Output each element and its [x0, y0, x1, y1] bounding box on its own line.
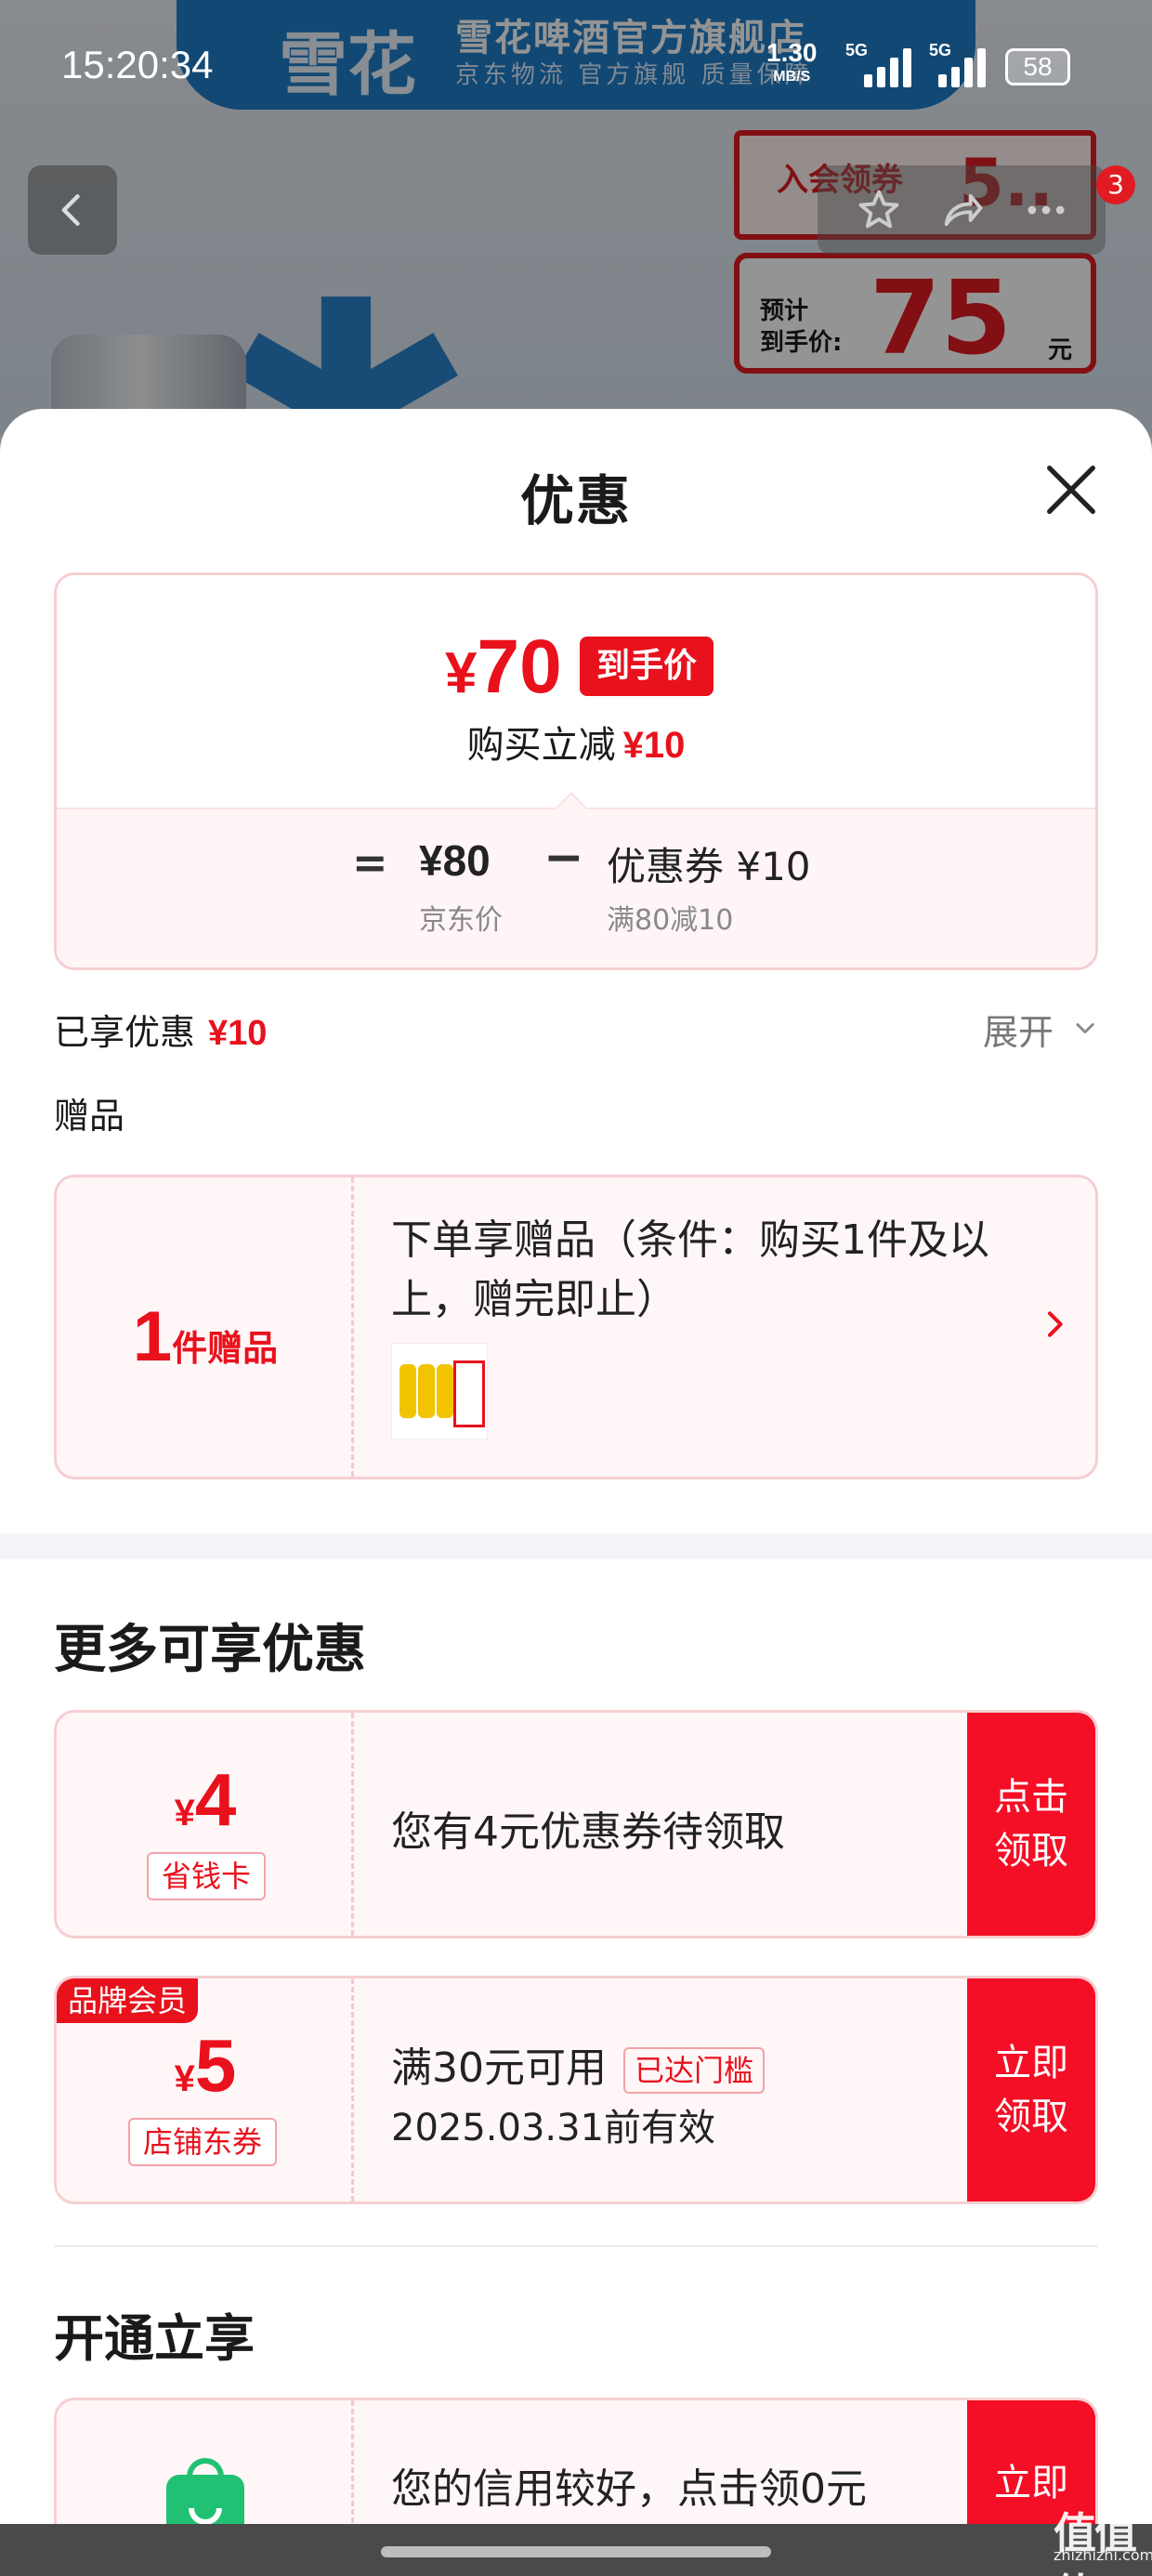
instant-reduction-value: ¥10 — [622, 725, 686, 766]
status-bar: 15:20:34 1.30 MB/S 5G 5G 58 — [0, 0, 1152, 130]
coupon-amount-area: ¥4 省钱卡 — [57, 1713, 354, 1936]
chevron-left-icon — [61, 194, 80, 226]
coupon-value: 4 — [194, 1758, 237, 1841]
gift-section-label: 赠品 — [54, 1096, 125, 1137]
battery-icon: 58 — [1005, 48, 1070, 85]
coupon-condition-text: 满30元可用 — [391, 2044, 607, 2092]
claim-coupon-button[interactable]: 立即领取 — [967, 1978, 1095, 2201]
chevron-down-icon — [1076, 1023, 1094, 1034]
enjoyed-discount-label: 已享优惠 — [54, 1012, 196, 1053]
watermark: 值值值 — [1054, 2508, 1137, 2576]
gift-count-number: 1 — [132, 1297, 173, 1376]
more-icon[interactable] — [1022, 186, 1070, 234]
coupon-currency: ¥ — [174, 1793, 195, 1833]
coupon-amount: ¥5 — [57, 2023, 354, 2109]
coupon-deduction-rule: 满80减10 — [607, 904, 734, 937]
network-speed-unit: MB/S — [773, 69, 811, 85]
signal-icon — [938, 46, 994, 87]
gift-description: 下单享赠品（条件：购买1件及以上，赠完即止） — [391, 1216, 989, 1323]
instant-reduction: 购买立减 ¥10 — [57, 715, 1095, 769]
claim-coupon-button[interactable]: 点击领取 — [967, 1713, 1095, 1936]
final-price: ¥70 — [445, 625, 562, 716]
price-formula: = ¥80 京东价 − 优惠券 ¥10 满80减10 — [57, 808, 1095, 967]
gift-count-area: 1件赠品 — [57, 1177, 354, 1477]
coupon-card: ¥4 省钱卡 您有4元优惠券待领取 点击领取 — [54, 1710, 1098, 1939]
star-icon[interactable] — [855, 186, 903, 234]
jd-price-label: 京东价 — [419, 904, 503, 937]
jd-price-value: ¥80 — [419, 836, 491, 885]
expand-label: 展开 — [983, 1012, 1054, 1053]
coupon-condition: 满30元可用 已达门槛 — [391, 2034, 766, 2094]
network-speed-value: 1.30 — [766, 38, 818, 67]
enjoyed-discount-value: ¥10 — [208, 1014, 268, 1053]
threshold-reached-tag: 已达门槛 — [623, 2047, 766, 2094]
price-breakdown-card: ¥70 到手价 购买立减 ¥10 = ¥80 京东价 − 优惠券 ¥10 满80减… — [54, 572, 1098, 970]
coupon-text: 您有4元优惠券待领取 — [391, 1808, 785, 1856]
final-price-value: 70 — [477, 624, 562, 709]
sheet-title: 优惠 — [519, 469, 632, 532]
coupon-card: ¥5 店铺东券 品牌会员 满30元可用 已达门槛 2025.03.31前有效 立即… — [54, 1976, 1098, 2204]
expand-button[interactable]: 展开 — [983, 1004, 1094, 1055]
coupon-currency: ¥ — [174, 2058, 195, 2099]
gift-image — [391, 1343, 488, 1439]
coupon-validity: 2025.03.31前有效 — [391, 2107, 716, 2149]
status-time: 15:20:34 — [61, 43, 214, 86]
close-icon[interactable] — [1039, 457, 1104, 522]
brand-member-badge: 品牌会员 — [57, 1978, 199, 2023]
coupon-value: 5 — [194, 2024, 237, 2107]
back-button[interactable] — [28, 165, 117, 255]
final-price-currency: ¥ — [445, 641, 478, 705]
discount-sheet: 优惠 ¥70 到手价 购买立减 ¥10 = ¥80 京东价 − 优惠券 ¥10 满… — [0, 409, 1152, 2576]
equals-sign: = — [352, 837, 388, 887]
section-divider — [0, 1533, 1152, 1559]
gift-card[interactable]: 1件赠品 下单享赠品（条件：购买1件及以上，赠完即止） — [54, 1175, 1098, 1479]
more-discounts-title: 更多可享优惠 — [54, 1620, 366, 1680]
coupon-type-tag: 省钱卡 — [147, 1852, 267, 1900]
share-icon[interactable] — [938, 186, 987, 234]
coupon-type-tag: 店铺东券 — [128, 2118, 278, 2166]
cart-badge: 3 — [1096, 165, 1135, 204]
coupon-deduction-value: 优惠券 ¥10 — [607, 844, 811, 889]
section-separator — [54, 2245, 1098, 2247]
open-benefits-title: 开通立享 — [54, 2309, 255, 2368]
gift-count-unit: 件赠品 — [172, 1328, 279, 1369]
credit-offer-text: 您的信用较好，点击领0元 — [391, 2465, 867, 2513]
minus-sign: − — [543, 830, 584, 886]
gift-count: 1件赠品 — [57, 1296, 354, 1377]
signal-icon — [864, 46, 920, 87]
coupon-amount: ¥4 — [57, 1757, 354, 1843]
watermark-url: zhizhizhi.com — [1054, 2546, 1152, 2564]
final-price-area: ¥70 到手价 购买立减 ¥10 — [57, 575, 1095, 808]
chevron-right-icon — [1048, 1311, 1063, 1337]
instant-reduction-label: 购买立减 — [466, 724, 616, 767]
home-indicator[interactable] — [381, 2546, 771, 2557]
top-actions — [818, 165, 1106, 255]
enjoyed-discount: 已享优惠 ¥10 — [54, 1004, 267, 1055]
network-speed: 1.30 MB/S — [766, 38, 818, 89]
final-price-tag: 到手价 — [580, 637, 713, 696]
